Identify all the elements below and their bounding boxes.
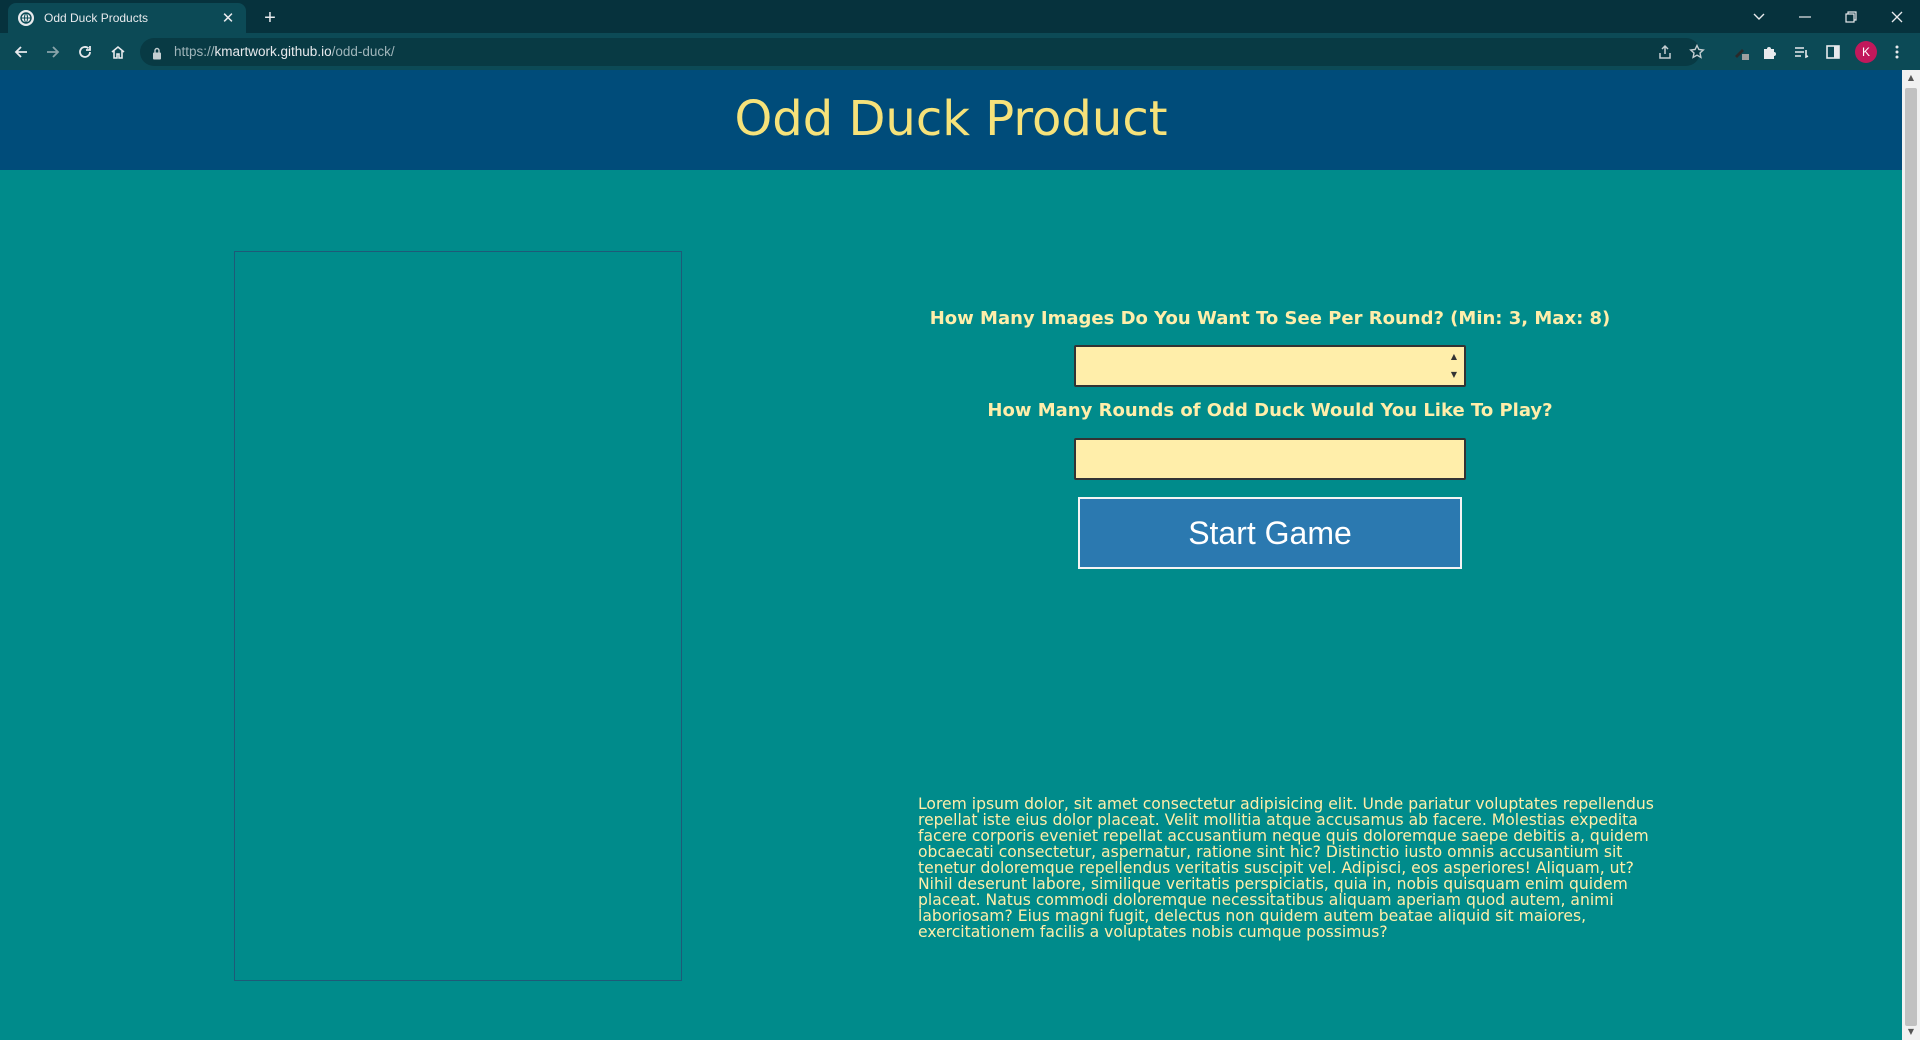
home-icon[interactable] bbox=[106, 40, 130, 64]
globe-icon bbox=[18, 10, 34, 26]
scroll-down-icon[interactable]: ▼ bbox=[1902, 1024, 1920, 1040]
url-path: /odd-duck/ bbox=[331, 44, 395, 59]
back-icon[interactable] bbox=[9, 40, 33, 64]
scroll-up-icon[interactable]: ▲ bbox=[1902, 70, 1920, 86]
rounds-input[interactable] bbox=[1074, 438, 1466, 480]
profile-avatar[interactable]: K bbox=[1855, 41, 1877, 63]
kebab-menu-icon[interactable] bbox=[1885, 40, 1909, 64]
reload-icon[interactable] bbox=[73, 40, 97, 64]
close-window-icon[interactable] bbox=[1874, 0, 1920, 33]
star-icon[interactable] bbox=[1685, 40, 1709, 64]
number-spinner[interactable]: ▲ ▼ bbox=[1448, 351, 1460, 381]
extension-pen-icon[interactable] bbox=[1729, 40, 1753, 64]
page-scrollbar[interactable]: ▲ ▼ bbox=[1902, 70, 1920, 1040]
spinner-down-icon[interactable]: ▼ bbox=[1451, 369, 1457, 381]
tab-close-icon[interactable]: ✕ bbox=[220, 10, 236, 26]
reading-list-icon[interactable] bbox=[1789, 40, 1813, 64]
tab-title: Odd Duck Products bbox=[44, 11, 149, 25]
description-text: Lorem ipsum dolor, sit amet consectetur … bbox=[918, 795, 1654, 941]
start-game-button[interactable]: Start Game bbox=[1078, 497, 1462, 569]
product-image-panel bbox=[234, 251, 682, 981]
lock-icon bbox=[152, 45, 162, 64]
browser-tab-bar: Odd Duck Products ✕ + bbox=[0, 0, 1920, 33]
address-bar[interactable]: https://kmartwork.github.io/odd-duck/ bbox=[140, 38, 1700, 66]
browser-toolbar: https://kmartwork.github.io/odd-duck/ K bbox=[0, 33, 1920, 70]
page-header: Odd Duck Product bbox=[0, 70, 1902, 170]
restore-icon[interactable] bbox=[1828, 0, 1874, 33]
images-per-round-label: How Many Images Do You Want To See Per R… bbox=[929, 308, 1611, 329]
url-text: https://kmartwork.github.io/odd-duck/ bbox=[174, 44, 395, 59]
forward-icon[interactable] bbox=[41, 40, 65, 64]
side-panel-icon[interactable] bbox=[1821, 40, 1845, 64]
page-title: Odd Duck Product bbox=[734, 91, 1168, 147]
new-tab-button[interactable]: + bbox=[258, 6, 282, 30]
images-per-round-input[interactable]: ▲ ▼ bbox=[1074, 345, 1466, 387]
scrollbar-thumb[interactable] bbox=[1905, 88, 1917, 1026]
tab-search-icon[interactable] bbox=[1736, 0, 1782, 33]
spinner-up-icon[interactable]: ▲ bbox=[1451, 351, 1457, 363]
browser-tab[interactable]: Odd Duck Products ✕ bbox=[8, 3, 246, 33]
puzzle-icon[interactable] bbox=[1757, 40, 1781, 64]
url-host: kmartwork.github.io bbox=[214, 44, 332, 59]
rounds-label: How Many Rounds of Odd Duck Would You Li… bbox=[987, 400, 1553, 421]
minimize-icon[interactable] bbox=[1782, 0, 1828, 33]
share-icon[interactable] bbox=[1653, 40, 1677, 64]
url-scheme: https:// bbox=[174, 44, 215, 59]
